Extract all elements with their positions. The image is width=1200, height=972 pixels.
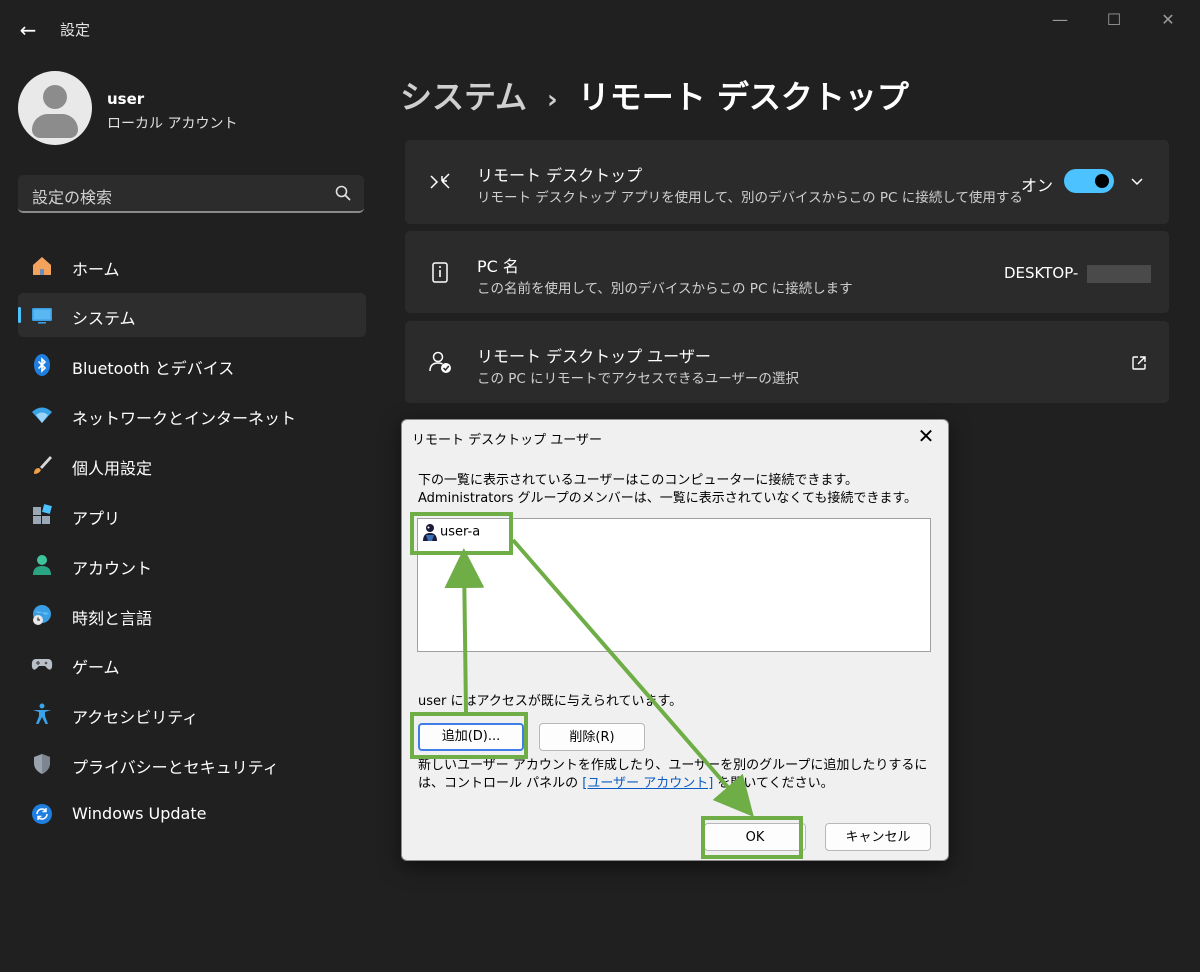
gamepad-icon [31,659,53,670]
accessibility-icon [33,703,51,724]
breadcrumb-separator: › [547,85,558,115]
avatar-head-shape [43,85,67,109]
active-indicator [18,307,21,323]
card-title: リモート デスクトップ [477,166,643,185]
avatar-body-shape [32,114,78,138]
sidebar-item-label: Windows Update [72,804,207,823]
sidebar-item-time-language[interactable]: 時刻と言語 [18,593,366,637]
sidebar-item-label: システム [72,309,136,328]
sidebar-item-gaming[interactable]: ゲーム [18,642,366,686]
card-description: リモート デスクトップ アプリを使用して、別のデバイスからこの PC に接続して… [477,190,1023,206]
footer-text-after: を開いてください。 [713,776,834,791]
chevron-down-icon[interactable] [1129,174,1145,190]
app-title: 設定 [60,21,91,39]
pc-name-card: PC 名 この名前を使用して、別のデバイスからこの PC に接続します DESK… [405,231,1169,313]
highlight-user-item [410,512,513,555]
system-icon [32,308,52,324]
remove-button[interactable]: 削除(R) [539,723,645,751]
remote-users-dialog: リモート デスクトップ ユーザー ✕ 下の一覧に表示されているユーザーはこのコン… [401,419,949,861]
toggle-knob [1095,174,1109,188]
update-icon [32,804,52,824]
wifi-icon [32,407,52,423]
card-description: この名前を使用して、別のデバイスからこの PC に接続します [477,281,853,297]
close-icon[interactable]: ✕ [914,425,938,449]
apps-icon [33,504,52,524]
card-title: PC 名 [477,257,519,276]
dialog-footer-text: 新しいユーザー アカウントを作成したり、ユーザーを別のグループに追加したりするに… [418,757,938,793]
profile-name: user [107,90,145,108]
open-external-icon[interactable] [1130,354,1148,372]
sidebar-item-system[interactable]: システム [18,293,366,337]
user-accounts-link[interactable]: [ユーザー アカウント] [582,776,713,791]
sidebar-item-label: 個人用設定 [72,459,153,478]
sidebar-item-bluetooth[interactable]: Bluetooth とデバイス [18,343,366,387]
sidebar-item-personalization[interactable]: 個人用設定 [18,443,366,487]
sidebar-item-label: アクセシビリティ [72,708,199,727]
page-title: システム › リモート デスクトップ [400,72,909,118]
sidebar-item-label: プライバシーとセキュリティ [72,758,279,777]
dialog-description: 下の一覧に表示されているユーザーはこのコンピューターに接続できます。Admini… [418,473,918,506]
sidebar-item-label: ゲーム [72,658,120,677]
sidebar-item-label: ホーム [72,260,120,279]
pc-name-value: DESKTOP- [1004,264,1079,282]
highlight-add-button [410,712,528,759]
access-note: user にはアクセスが既に与えられています。 [418,694,683,709]
sidebar-item-privacy[interactable]: プライバシーとセキュリティ [18,742,366,786]
sidebar-item-label: ネットワークとインターネット [72,409,297,428]
user-check-icon [429,351,451,373]
breadcrumb-current: リモート デスクトップ [577,78,909,116]
info-device-icon [432,262,448,283]
shield-icon [34,754,50,774]
search-icon[interactable] [334,184,352,202]
toggle-state-label: オン [1021,176,1054,195]
close-window-button[interactable]: ✕ [1148,8,1188,32]
sidebar-item-network[interactable]: ネットワークとインターネット [18,393,366,437]
search-box[interactable]: 設定の検索 [18,175,364,213]
remote-desktop-toggle[interactable] [1064,169,1114,193]
search-input[interactable]: 設定の検索 [32,184,112,208]
card-title: リモート デスクトップ ユーザー [477,347,711,366]
sidebar-item-windows-update[interactable]: Windows Update [18,792,366,836]
dialog-title: リモート デスクトップ ユーザー [412,433,603,448]
sidebar-item-home[interactable]: ホーム [18,244,366,288]
remote-desktop-icon [430,173,450,189]
maximize-button[interactable]: ☐ [1094,8,1134,32]
bluetooth-icon [34,354,50,376]
avatar[interactable] [18,71,92,145]
sidebar-item-accounts[interactable]: アカウント [18,543,366,587]
profile-account-type: ローカル アカウント [107,116,238,132]
globe-clock-icon [33,605,51,625]
sidebar-item-label: アプリ [72,509,121,528]
remote-desktop-card[interactable]: リモート デスクトップ リモート デスクトップ アプリを使用して、別のデバイスか… [405,140,1169,224]
minimize-button[interactable]: — [1040,8,1080,32]
account-icon [33,555,51,575]
highlight-ok-button [701,816,803,859]
back-arrow-icon[interactable]: ← [16,18,40,42]
breadcrumb-parent[interactable]: システム [400,78,527,116]
home-icon [33,257,51,275]
cancel-button[interactable]: キャンセル [825,823,931,851]
redacted-block [1087,265,1151,283]
sidebar-item-label: 時刻と言語 [72,609,153,628]
card-description: この PC にリモートでアクセスできるユーザーの選択 [477,371,799,387]
remote-users-card[interactable]: リモート デスクトップ ユーザー この PC にリモートでアクセスできるユーザー… [405,321,1169,403]
sidebar-item-label: Bluetooth とデバイス [72,359,235,378]
sidebar-item-label: アカウント [72,559,153,578]
sidebar-item-apps[interactable]: アプリ [18,493,366,537]
sidebar-item-accessibility[interactable]: アクセシビリティ [18,692,366,736]
brush-icon [34,456,52,474]
